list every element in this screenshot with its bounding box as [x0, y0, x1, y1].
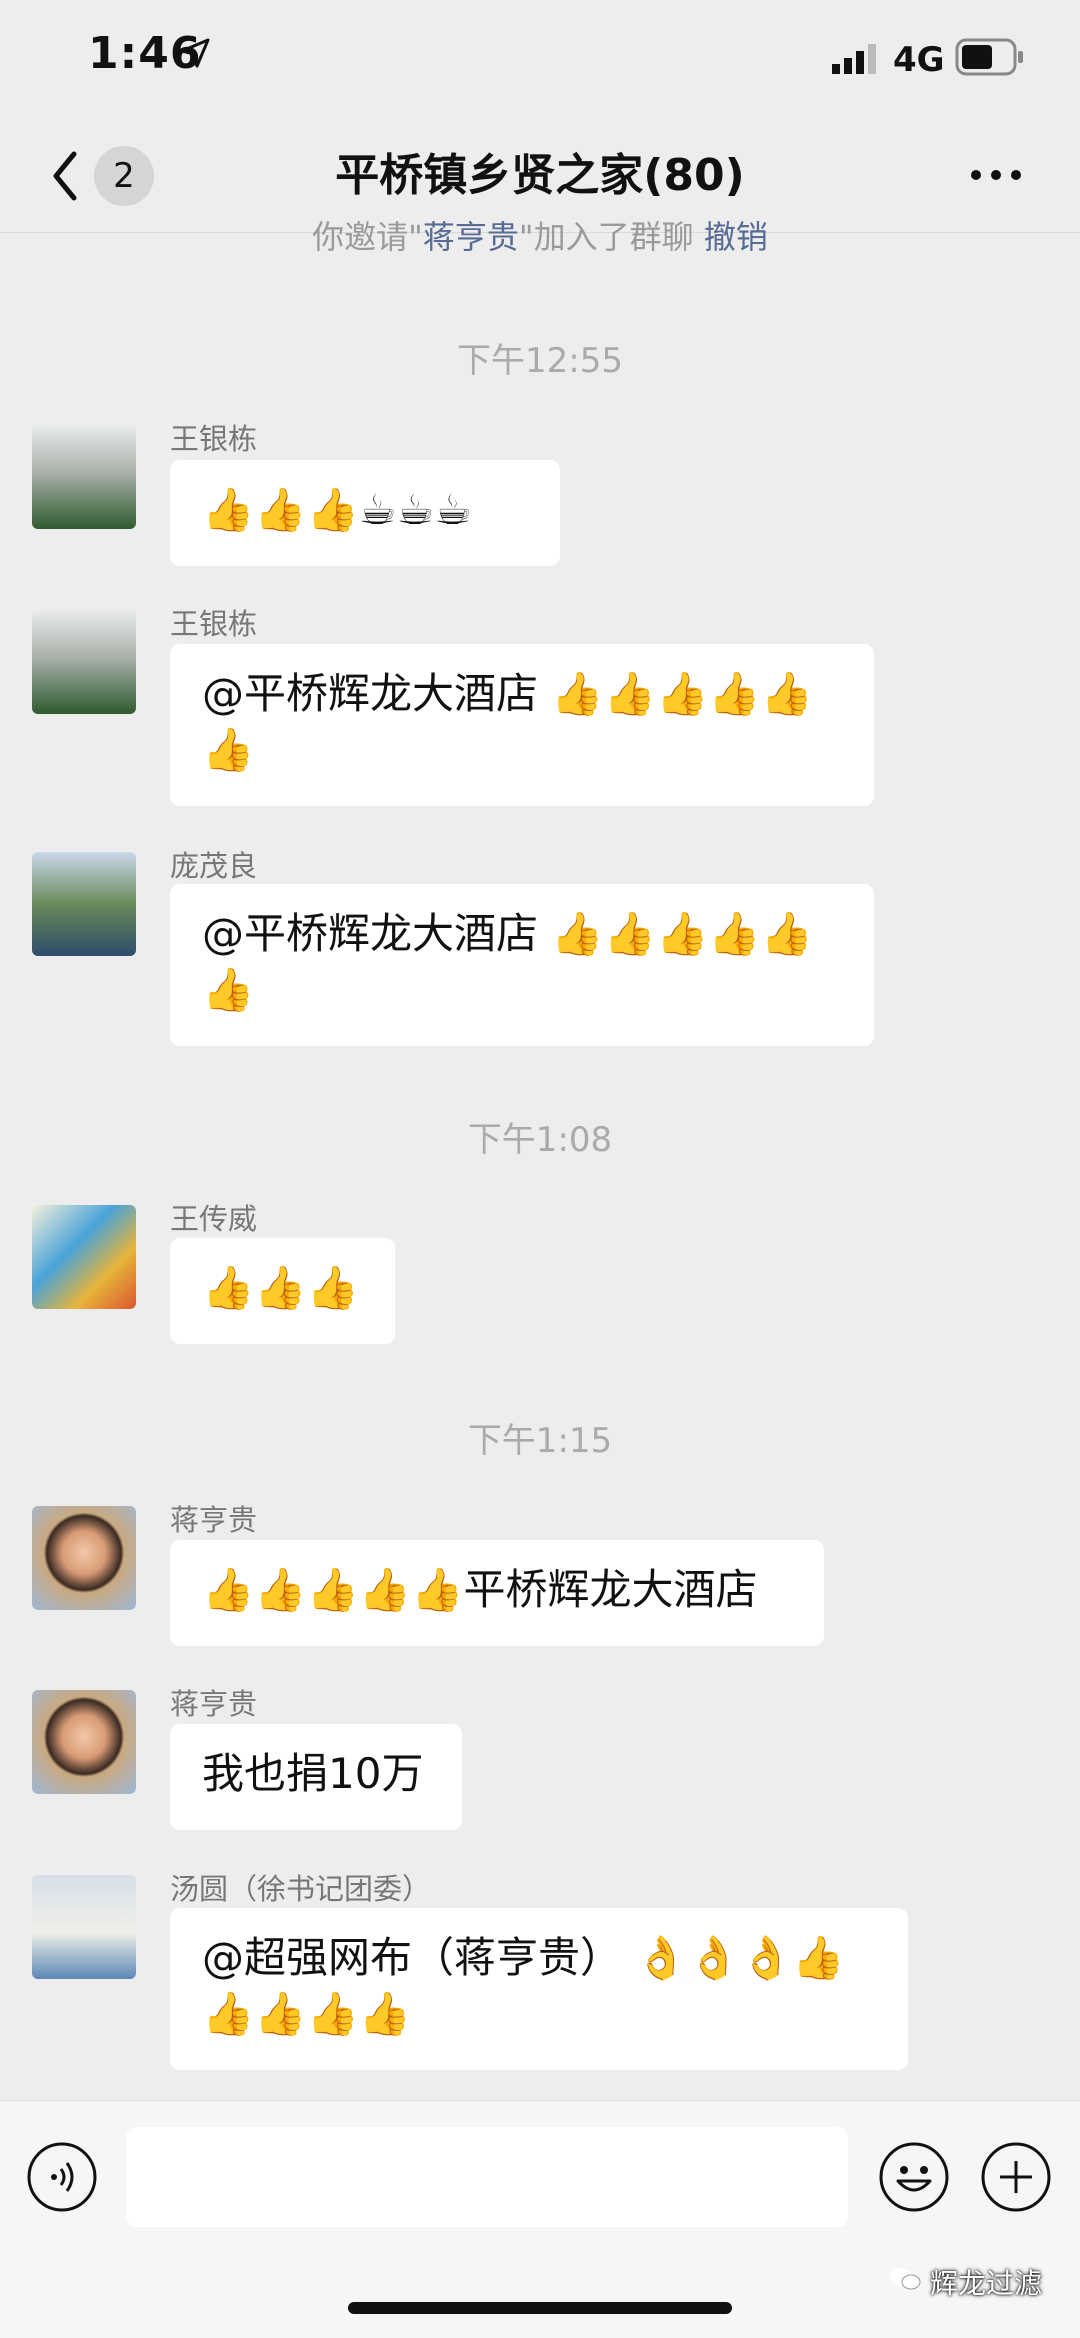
message-bubble[interactable]: 我也捐10万 — [170, 1724, 462, 1830]
back-chevron-icon[interactable] — [46, 146, 86, 206]
avatar[interactable] — [32, 1690, 136, 1794]
home-indicator[interactable] — [348, 2302, 732, 2314]
timestamp: 下午1:08 — [467, 1120, 613, 1160]
message-bubble[interactable]: @超强网布（蒋亨贵） 👌👌👌👍 👍👍👍👍 — [170, 1908, 908, 2070]
sender-name: 王银栋 — [170, 607, 258, 641]
message-text: 我也捐10万 — [202, 1749, 424, 1798]
message-text: 👍👍👍☕☕☕ — [202, 485, 472, 534]
avatar[interactable] — [32, 1205, 136, 1309]
avatar[interactable] — [32, 852, 136, 956]
message-text: @超强网布（蒋亨贵） 👌👌👌👍 👍👍👍👍 — [202, 1933, 845, 2038]
message-bubble[interactable]: @平桥辉龙大酒店 👍👍👍👍👍 👍 — [170, 644, 874, 806]
avatar[interactable] — [32, 1875, 136, 1979]
message-bubble[interactable]: @平桥辉龙大酒店 👍👍👍👍👍 👍 — [170, 884, 874, 1046]
message-bubble[interactable]: 👍👍👍☕☕☕ — [170, 460, 560, 566]
emoji-icon[interactable] — [878, 2141, 950, 2213]
sender-name: 蒋亨贵 — [170, 1687, 258, 1721]
sender-name: 蒋亨贵 — [170, 1503, 258, 1537]
sender-name: 王银栋 — [170, 422, 258, 456]
message-input[interactable] — [126, 2127, 848, 2227]
message-text: @平桥辉龙大酒店 👍👍👍👍👍 👍 — [202, 909, 813, 1014]
sender-name: 汤圆（徐书记团委） — [170, 1872, 432, 1906]
location-arrow-icon — [180, 38, 210, 68]
avatar[interactable] — [32, 425, 136, 529]
invited-member-link[interactable]: 蒋亨贵 — [423, 218, 519, 256]
system-message: 你邀请"蒋亨贵"加入了群聊 撤销 — [0, 212, 1080, 262]
sender-name: 庞茂良 — [170, 849, 258, 883]
message-text: @平桥辉龙大酒店 👍👍👍👍👍 👍 — [202, 669, 813, 774]
unread-count-badge[interactable]: 2 — [94, 146, 154, 206]
system-message-pre: 你邀请" — [312, 218, 423, 256]
message-text: 👍👍👍 — [202, 1263, 359, 1312]
timestamp: 下午1:15 — [467, 1421, 613, 1461]
sender-name: 王传威 — [170, 1202, 258, 1236]
avatar[interactable] — [32, 1506, 136, 1610]
timestamp: 下午12:55 — [457, 341, 623, 381]
message-bubble[interactable]: 👍👍👍👍👍平桥辉龙大酒店 — [170, 1540, 824, 1646]
voice-icon[interactable] — [26, 2141, 98, 2213]
wechat-logo-icon — [890, 2268, 921, 2290]
signal-icon — [832, 44, 876, 74]
battery-icon — [955, 38, 1023, 76]
status-bar: 1:46 4G — [0, 0, 1080, 120]
avatar[interactable] — [32, 610, 136, 714]
message-text: 👍👍👍👍👍平桥辉龙大酒店 — [202, 1565, 758, 1614]
network-type: 4G — [893, 40, 945, 80]
system-message-mid: "加入了群聊 — [518, 218, 704, 256]
chat-title: 平桥镇乡贤之家(80) — [335, 150, 745, 201]
watermark: 辉龙过滤 — [930, 2267, 1043, 2300]
more-icon[interactable] — [970, 160, 1022, 190]
plus-icon[interactable] — [980, 2141, 1052, 2213]
revoke-link[interactable]: 撤销 — [704, 218, 768, 256]
message-bubble[interactable]: 👍👍👍 — [170, 1238, 395, 1344]
